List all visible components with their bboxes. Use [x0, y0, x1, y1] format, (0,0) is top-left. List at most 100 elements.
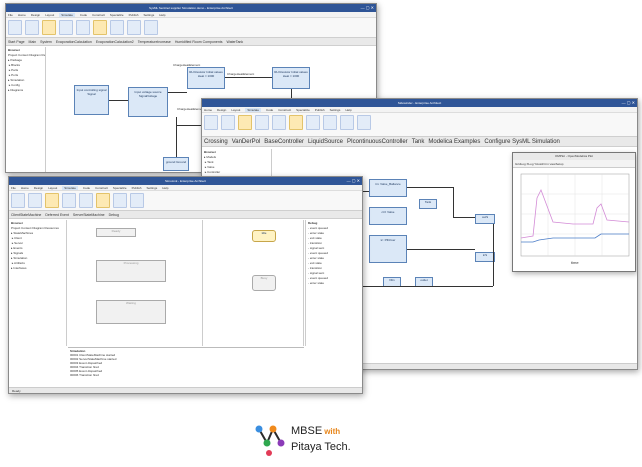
- diagram-tab[interactable]: BaseController: [264, 139, 304, 145]
- browser-tab[interactable]: Context: [18, 53, 29, 57]
- block-voltage-source[interactable]: Input voltage source SignalVoltage: [128, 87, 168, 117]
- diagram-tab[interactable]: Deferred Event: [45, 213, 69, 217]
- simulation-panel[interactable]: Simulation 00001 ClientStateMachine star…: [68, 347, 304, 387]
- diagram-tabs[interactable]: Crossing VanDerPol BaseController LiquidSou…: [202, 137, 637, 147]
- diagram-tab[interactable]: Humidified Room Components: [175, 40, 223, 44]
- menu-item[interactable]: Layout: [45, 13, 54, 17]
- menu-item[interactable]: Simulate: [62, 186, 78, 190]
- project-browser[interactable]: Browser Project Context Diagram Resource…: [9, 220, 67, 346]
- state-busy[interactable]: Busy: [252, 275, 276, 291]
- diagram-tab[interactable]: PIcontinuousController: [347, 139, 408, 145]
- plot-button[interactable]: [306, 115, 320, 130]
- block-input-signal[interactable]: Input controlling signal Signal: [74, 85, 109, 115]
- diagram-tab[interactable]: LiquidSource: [308, 139, 343, 145]
- diagram-tab[interactable]: Main: [29, 40, 37, 44]
- diagram-tabs[interactable]: Start Page Main System EvaporationCalculati…: [6, 38, 376, 46]
- plot-toolbar-item[interactable]: Log X: [521, 162, 529, 166]
- menu-item[interactable]: Construct: [92, 13, 105, 17]
- browser-tab[interactable]: Diagram: [29, 53, 41, 57]
- modelica-button[interactable]: [289, 115, 303, 130]
- javascript-button[interactable]: [340, 115, 354, 130]
- client-statemachine-canvas[interactable]: Ready Processing Waiting: [68, 220, 203, 346]
- browser-tab[interactable]: Resources: [45, 226, 59, 230]
- block-tank[interactable]: Tank: [419, 199, 437, 209]
- menu-item[interactable]: Home: [18, 13, 26, 17]
- state-processing[interactable]: Processing: [96, 260, 166, 282]
- diagram-tab[interactable]: Debug: [109, 213, 119, 217]
- diagram-tab[interactable]: EvaporationCalculation2: [96, 40, 134, 44]
- menu-item[interactable]: File: [8, 13, 13, 17]
- diagram-tab[interactable]: Configure SysML Simulation: [484, 139, 559, 145]
- graph-button[interactable]: [144, 20, 158, 35]
- run-button[interactable]: [8, 20, 22, 35]
- ribbon-toolbar[interactable]: [6, 18, 376, 38]
- block-outs[interactable]: outS: [475, 214, 495, 224]
- trigger-button[interactable]: [113, 193, 127, 208]
- plot-toolbar-item[interactable]: Fit in view: [542, 162, 555, 166]
- menu-item[interactable]: Specialize: [296, 108, 310, 112]
- menu-item[interactable]: Layout: [48, 186, 57, 190]
- block-ground[interactable]: ground Ground: [163, 157, 189, 171]
- debug-button[interactable]: [25, 20, 39, 35]
- plot-toolbar[interactable]: GridLog XLog YAutoFit in viewSetup: [513, 160, 635, 168]
- block-valve[interactable]: ctrl: Valve: [369, 207, 407, 225]
- menu-item[interactable]: Code: [266, 108, 273, 112]
- diagram-tab[interactable]: ClientStateMachine: [11, 213, 41, 217]
- menu-item[interactable]: Simulate: [245, 108, 262, 112]
- model-button[interactable]: [93, 20, 107, 35]
- menu-item[interactable]: Settings: [143, 13, 154, 17]
- breakpoint-button[interactable]: [272, 115, 286, 130]
- block-pidriver[interactable]: tc: PIDriver: [369, 235, 407, 263]
- simulate-button[interactable]: [42, 20, 56, 35]
- menu-item[interactable]: Help: [162, 186, 168, 190]
- analyze-button[interactable]: [130, 193, 144, 208]
- step-button[interactable]: [28, 193, 42, 208]
- menu-item[interactable]: Design: [31, 13, 40, 17]
- diagram-tab[interactable]: System: [40, 40, 52, 44]
- menu-item[interactable]: Publish: [132, 186, 142, 190]
- menu-item[interactable]: Layout: [231, 108, 240, 112]
- browser-tab[interactable]: Project: [11, 226, 21, 230]
- browser-tab[interactable]: Resources: [42, 53, 45, 57]
- diagram-tab[interactable]: Crossing: [204, 139, 228, 145]
- browser-tab[interactable]: Context: [21, 226, 32, 230]
- menu-item[interactable]: File: [11, 186, 16, 190]
- event-button[interactable]: [96, 193, 110, 208]
- ribbon-toolbar[interactable]: [202, 113, 637, 137]
- plot-area[interactable]: time: [513, 168, 635, 268]
- simulate-button[interactable]: [45, 193, 59, 208]
- plot-toolbar-item[interactable]: Setup: [556, 162, 564, 166]
- breakpoint-button[interactable]: [59, 20, 73, 35]
- block-valve-ballance[interactable]: tin: Valve_Ballance: [369, 179, 407, 197]
- diagram-tab[interactable]: TemperatureIncrease: [138, 40, 171, 44]
- diagram-tab[interactable]: Tank: [412, 139, 425, 145]
- menu-item[interactable]: Home: [21, 186, 29, 190]
- menu-item[interactable]: Publish: [315, 108, 325, 112]
- diagram-tab[interactable]: VanDerPol: [232, 139, 261, 145]
- block-resistor-2[interactable]: RH Resistor Initial values Heat = 1000: [272, 67, 310, 89]
- analyze-button[interactable]: [323, 115, 337, 130]
- menu-item[interactable]: Construct: [278, 108, 291, 112]
- diagram-tabs[interactable]: ClientStateMachine Deferred Event ServerSt…: [9, 211, 362, 219]
- omplot-window[interactable]: OMPlot - OpenModelica Plot GridLog XLog …: [512, 152, 636, 272]
- menu-item[interactable]: Code: [80, 13, 87, 17]
- diagram-tab[interactable]: WaterTank: [227, 40, 244, 44]
- block-resistor-1[interactable]: RH Resistor Initial values Heat = 1000: [187, 67, 225, 89]
- menu-item[interactable]: Specialize: [110, 13, 124, 17]
- ribbon-toolbar[interactable]: [9, 191, 362, 211]
- diagram-tab[interactable]: ServerStateMachine: [73, 213, 105, 217]
- diagram-tab[interactable]: Start Page: [8, 40, 25, 44]
- menu-item[interactable]: Publish: [129, 13, 139, 17]
- diagram-tab[interactable]: Modelica Examples: [428, 139, 480, 145]
- simulate-button[interactable]: [238, 115, 252, 130]
- project-browser[interactable]: Browser Project Context Diagram Resource…: [6, 47, 46, 172]
- pause-button[interactable]: [221, 115, 235, 130]
- solve-button[interactable]: [127, 20, 141, 35]
- menu-item[interactable]: Home: [204, 108, 212, 112]
- analyze-button[interactable]: [110, 20, 124, 35]
- diagram-tab[interactable]: EvaporationCalculation: [56, 40, 92, 44]
- menu-item[interactable]: Specialize: [113, 186, 127, 190]
- menu-item[interactable]: Help: [345, 108, 351, 112]
- solver-button[interactable]: [357, 115, 371, 130]
- server-statemachine-canvas[interactable]: Idle Busy: [204, 220, 304, 346]
